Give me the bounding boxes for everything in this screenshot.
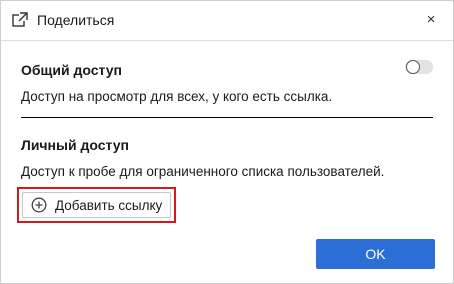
plus-circle-icon <box>31 197 47 213</box>
add-link-button[interactable]: Добавить ссылку <box>22 192 171 218</box>
section-divider <box>21 117 433 118</box>
add-link-highlight: Добавить ссылку <box>17 187 176 223</box>
close-icon: × <box>426 11 436 28</box>
public-access-title: Общий доступ <box>21 62 122 78</box>
toggle-knob <box>406 60 420 74</box>
share-dialog: Поделиться × Общий доступ Доступ на прос… <box>0 0 454 284</box>
public-access-description: Доступ на просмотр для всех, у кого есть… <box>21 89 333 104</box>
ok-button[interactable]: OK <box>316 239 435 269</box>
public-access-toggle[interactable] <box>405 60 433 74</box>
private-access-title: Личный доступ <box>21 137 129 153</box>
add-link-label: Добавить ссылку <box>55 198 163 213</box>
close-button[interactable]: × <box>421 10 441 30</box>
dialog-titlebar: Поделиться × <box>1 1 453 41</box>
private-access-description: Доступ к пробе для ограниченного списка … <box>21 164 385 179</box>
dialog-title: Поделиться <box>37 12 115 28</box>
external-share-icon <box>12 12 28 27</box>
